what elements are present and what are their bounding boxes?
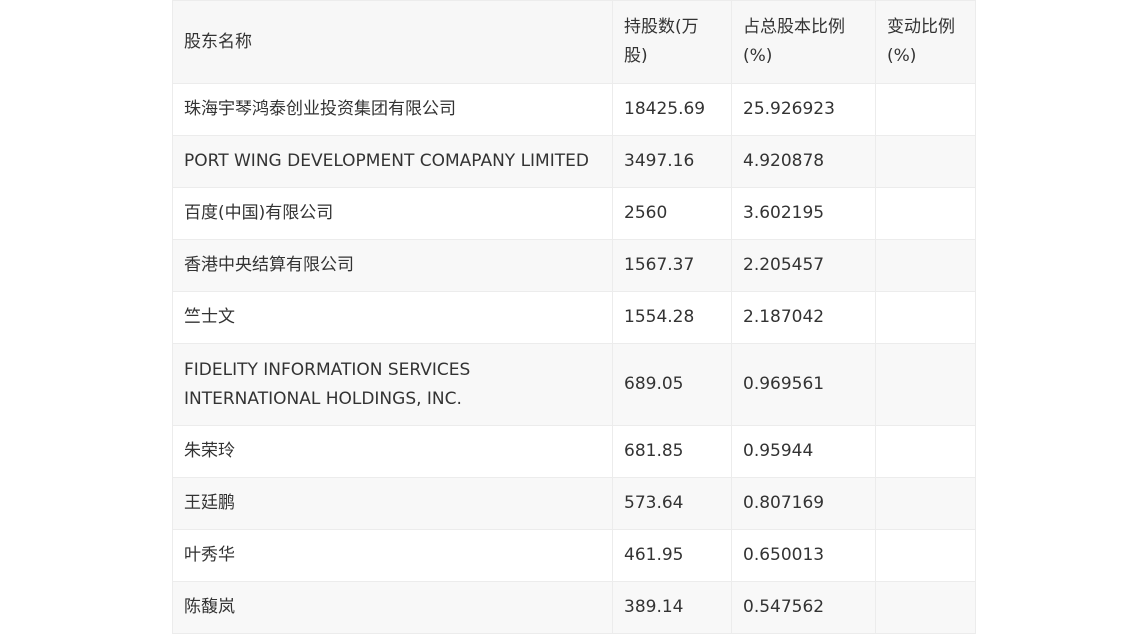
table-row: 百度(中国)有限公司 2560 3.602195	[172, 187, 976, 240]
header-change-ratio: 变动比例(%)	[875, 0, 976, 84]
table-row: FIDELITY INFORMATION SERVICES INTERNATIO…	[172, 343, 976, 426]
cell-share-ratio: 3.602195	[731, 187, 876, 240]
cell-share-ratio: 2.187042	[731, 291, 876, 344]
cell-share-ratio: 25.926923	[731, 83, 876, 136]
cell-change-ratio	[875, 187, 976, 240]
cell-shareholder-name: PORT WING DEVELOPMENT COMAPANY LIMITED	[172, 135, 613, 188]
cell-share-ratio: 4.920878	[731, 135, 876, 188]
table-row: 王廷鹏 573.64 0.807169	[172, 477, 976, 530]
header-shareholder-name: 股东名称	[172, 0, 613, 84]
cell-share-ratio: 0.969561	[731, 343, 876, 426]
cell-shares-held: 389.14	[612, 581, 732, 634]
table-row: 朱荣玲 681.85 0.95944	[172, 425, 976, 478]
table-row: 陈馥岚 389.14 0.547562	[172, 581, 976, 634]
shareholder-table: 股东名称 持股数(万股) 占总股本比例(%) 变动比例(%) 珠海宇琴鸿泰创业投…	[172, 0, 976, 634]
cell-shareholder-name: 百度(中国)有限公司	[172, 187, 613, 240]
cell-shares-held: 689.05	[612, 343, 732, 426]
cell-shares-held: 461.95	[612, 529, 732, 582]
table-row: PORT WING DEVELOPMENT COMAPANY LIMITED 3…	[172, 135, 976, 188]
header-share-ratio: 占总股本比例(%)	[731, 0, 876, 84]
cell-change-ratio	[875, 477, 976, 530]
table-row: 竺士文 1554.28 2.187042	[172, 291, 976, 344]
cell-shareholder-name: 朱荣玲	[172, 425, 613, 478]
shareholder-table-container: 股东名称 持股数(万股) 占总股本比例(%) 变动比例(%) 珠海宇琴鸿泰创业投…	[172, 0, 976, 634]
cell-shareholder-name: FIDELITY INFORMATION SERVICES INTERNATIO…	[172, 343, 613, 426]
table-row: 叶秀华 461.95 0.650013	[172, 529, 976, 582]
cell-change-ratio	[875, 83, 976, 136]
cell-share-ratio: 0.650013	[731, 529, 876, 582]
table-header-row: 股东名称 持股数(万股) 占总股本比例(%) 变动比例(%)	[172, 0, 976, 84]
cell-shareholder-name: 王廷鹏	[172, 477, 613, 530]
cell-shareholder-name: 香港中央结算有限公司	[172, 239, 613, 292]
cell-shareholder-name: 叶秀华	[172, 529, 613, 582]
cell-shareholder-name: 陈馥岚	[172, 581, 613, 634]
cell-change-ratio	[875, 135, 976, 188]
cell-change-ratio	[875, 239, 976, 292]
cell-shareholder-name: 竺士文	[172, 291, 613, 344]
cell-shares-held: 681.85	[612, 425, 732, 478]
cell-change-ratio	[875, 425, 976, 478]
cell-shares-held: 2560	[612, 187, 732, 240]
cell-change-ratio	[875, 529, 976, 582]
cell-change-ratio	[875, 343, 976, 426]
cell-share-ratio: 0.95944	[731, 425, 876, 478]
table-row: 珠海宇琴鸿泰创业投资集团有限公司 18425.69 25.926923	[172, 83, 976, 136]
header-shares-held: 持股数(万股)	[612, 0, 732, 84]
cell-shares-held: 18425.69	[612, 83, 732, 136]
cell-change-ratio	[875, 291, 976, 344]
cell-shareholder-name: 珠海宇琴鸿泰创业投资集团有限公司	[172, 83, 613, 136]
cell-change-ratio	[875, 581, 976, 634]
cell-shares-held: 3497.16	[612, 135, 732, 188]
cell-share-ratio: 0.807169	[731, 477, 876, 530]
cell-share-ratio: 0.547562	[731, 581, 876, 634]
table-row: 香港中央结算有限公司 1567.37 2.205457	[172, 239, 976, 292]
cell-shares-held: 1567.37	[612, 239, 732, 292]
cell-share-ratio: 2.205457	[731, 239, 876, 292]
cell-shares-held: 1554.28	[612, 291, 732, 344]
cell-shares-held: 573.64	[612, 477, 732, 530]
